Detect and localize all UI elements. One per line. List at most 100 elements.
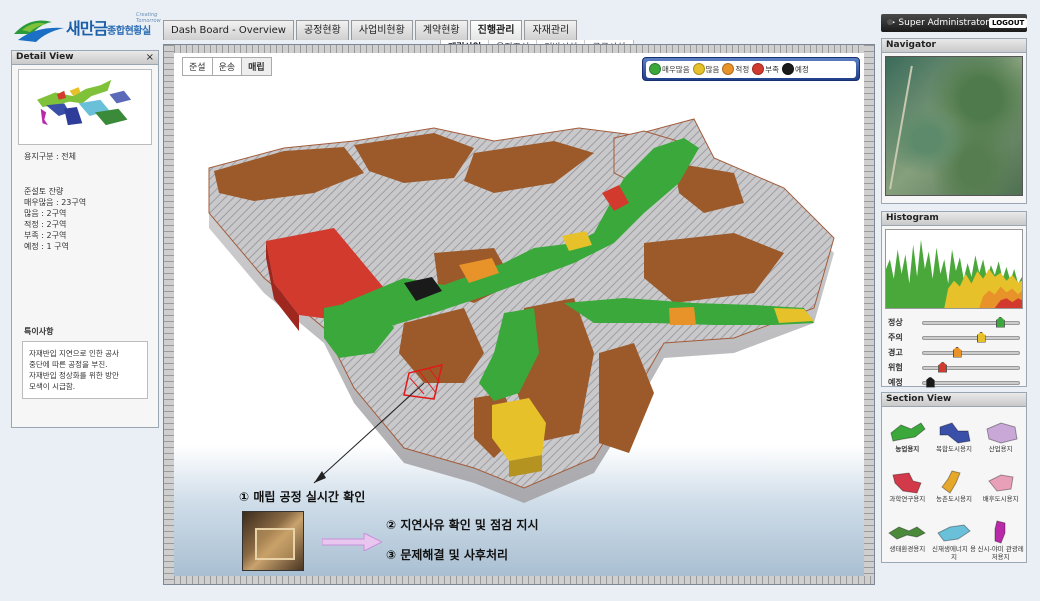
ruler-top [174, 45, 874, 53]
navigator-satellite-map[interactable] [885, 56, 1023, 196]
remaining-item: 많음 : 2구역 [24, 209, 67, 218]
histogram-graphic [886, 239, 1022, 308]
level-slider-thumb[interactable] [995, 316, 1005, 328]
section-item[interactable]: 복합도시용지 [931, 411, 978, 461]
level-slider-thumb[interactable] [952, 346, 962, 358]
main-menu: Dash Board - Overview 공정현황 사업비현황 계약현황 진행관리 자재… [163, 20, 578, 40]
section-label: 농업용지 [895, 445, 920, 453]
level-label: 주의 [888, 333, 903, 342]
site-photo[interactable] [242, 511, 304, 571]
detail-view-title: Detail View [16, 52, 74, 62]
histogram-panel: Histogram 정상주의경고위험예정 [881, 211, 1027, 390]
section-shape-icon [890, 422, 926, 442]
user-name: > Super Administrator [888, 18, 989, 28]
remaining-list: 매우많음 : 23구역 많음 : 2구역 적정 : 2구역 부족 : 2구역 예정 : … [12, 197, 158, 252]
section-label: 신재생에너지 용지 [932, 545, 976, 561]
annotation-1: ① 매립 공정 실시간 확인 [239, 490, 366, 504]
section-item[interactable]: 신재생에너지 용지 [931, 511, 978, 561]
remaining-item: 매우많음 : 23구역 [24, 198, 87, 207]
land-type-label: 용지구분 : 전체 [24, 152, 76, 161]
menu-tab[interactable]: 계약현황 [414, 20, 468, 40]
section-label: 농촌도시용지 [936, 495, 972, 503]
section-item[interactable]: 생태환경용지 [884, 511, 931, 561]
level-slider-thumb[interactable] [925, 376, 935, 388]
level-slider-row: 주의 [882, 330, 1026, 345]
section-shape-icon [939, 422, 971, 444]
section-label: 복합도시용지 [936, 445, 972, 453]
section-view-panel: Section View 농업용지 복합도시용지 산업용지과학연구용지 농촌도시용지 배… [881, 392, 1027, 563]
section-item[interactable]: 신시-야미 관광레저용지 [977, 511, 1024, 561]
menu-tab[interactable]: 자재관리 [524, 20, 578, 40]
notes-line: 모색이 시급함. [29, 382, 76, 391]
logo-tagline: Creating Tomorrow [136, 12, 161, 24]
section-shape-icon [986, 422, 1018, 444]
section-shape-icon [937, 524, 971, 542]
section-label: 생태환경용지 [889, 545, 926, 553]
level-slider-row: 경고 [882, 345, 1026, 360]
callout-arrowhead [314, 471, 326, 483]
level-slider-row: 정상 [882, 315, 1026, 330]
ruler-left [164, 45, 174, 584]
section-label: 배후도시용지 [982, 495, 1019, 503]
section-grid: 농업용지 복합도시용지 산업용지과학연구용지 농촌도시용지 배후도시용지생태환경용지 신재… [882, 407, 1026, 561]
remaining-title: 준설토 잔량 [24, 187, 64, 196]
thumbnail-map-icon [37, 79, 132, 126]
level-slider-track[interactable] [922, 331, 1020, 343]
section-shape-icon [941, 470, 961, 494]
section-shape-icon [888, 526, 927, 540]
level-label: 정상 [888, 318, 903, 327]
histogram-sliders: 정상주의경고위험예정 [882, 315, 1026, 390]
remaining-item: 적정 : 2구역 [24, 220, 67, 229]
ruler-bottom [174, 576, 874, 584]
menu-tab[interactable]: 사업비현황 [350, 20, 413, 40]
histogram-chart [885, 229, 1023, 309]
section-shape-icon [987, 474, 1014, 492]
close-icon[interactable]: × [146, 51, 154, 64]
level-slider-thumb[interactable] [976, 331, 986, 343]
parcel-orange-right [669, 307, 696, 325]
section-item[interactable]: 농업용지 [884, 411, 931, 461]
level-slider-thumb[interactable] [938, 361, 948, 373]
navigator-header: Navigator [882, 39, 1026, 53]
menu-tab[interactable]: 진행관리 [469, 20, 523, 40]
detail-view-panel: Detail View × 용지구분 : 전체 준설토 잔량 매우많음 : 23… [11, 50, 159, 428]
section-item[interactable]: 배후도시용지 [977, 461, 1024, 511]
level-slider-track[interactable] [922, 361, 1020, 373]
detail-thumbnail[interactable] [18, 69, 152, 145]
section-label: 과학연구용지 [889, 495, 926, 503]
menu-tab[interactable]: 공정현황 [296, 20, 349, 40]
section-item[interactable]: 산업용지 [977, 411, 1024, 461]
level-slider-track[interactable] [922, 376, 1020, 388]
level-label: 예정 [888, 378, 903, 387]
annotation-3: ③ 문제해결 및 사후처리 [386, 548, 509, 562]
logo-mark-icon [14, 20, 64, 42]
arrow-right-icon [322, 533, 382, 551]
notes-line: 자재반입 지연으로 인한 공사 [29, 349, 119, 358]
notes-line: 자재반입 정상화를 위한 방안 [29, 371, 119, 380]
logout-button[interactable]: LOGOUT [988, 18, 1028, 28]
notes-box: 자재반입 지연으로 인한 공사중단에 따른 공정을 부진. 자재반입 정상화를 위… [22, 341, 148, 399]
navigator-panel: Navigator [881, 38, 1027, 204]
level-slider-track[interactable] [922, 316, 1020, 328]
level-label: 위험 [888, 363, 903, 372]
menu-tab[interactable]: Dash Board - Overview [163, 20, 294, 40]
section-item[interactable]: 과학연구용지 [884, 461, 931, 511]
section-label: 산업용지 [988, 445, 1013, 453]
annotation-2: ② 지연사유 확인 및 점검 지시 [386, 518, 539, 532]
level-slider-row: 위험 [882, 360, 1026, 375]
section-label: 신시-야미 관광레저용지 [977, 545, 1024, 561]
remaining-item: 부족 : 2구역 [24, 231, 67, 240]
app-logo[interactable]: 새만금종합현황실 Creating Tomorrow [12, 10, 162, 44]
map-canvas[interactable]: 준설 운송 매립 매우많음 많음 적정 부족 예정 ① 매립 공정 실시간 확인… [174, 53, 864, 576]
section-shape-icon [892, 472, 923, 494]
map-viewport: 준설 운송 매립 매우많음 많음 적정 부족 예정 ① 매립 공정 실시간 확인… [163, 44, 875, 585]
level-label: 경고 [888, 348, 903, 357]
user-bar: > Super Administrator LOGOUT [881, 14, 1028, 32]
section-shape-icon [994, 520, 1006, 544]
section-view-header: Section View [882, 393, 1026, 407]
histogram-header: Histogram [882, 212, 1026, 226]
notes-title: 특이사항 [24, 327, 54, 336]
notes-line: 중단에 따른 공정을 부진. [29, 360, 108, 369]
section-item[interactable]: 농촌도시용지 [931, 461, 978, 511]
level-slider-track[interactable] [922, 346, 1020, 358]
